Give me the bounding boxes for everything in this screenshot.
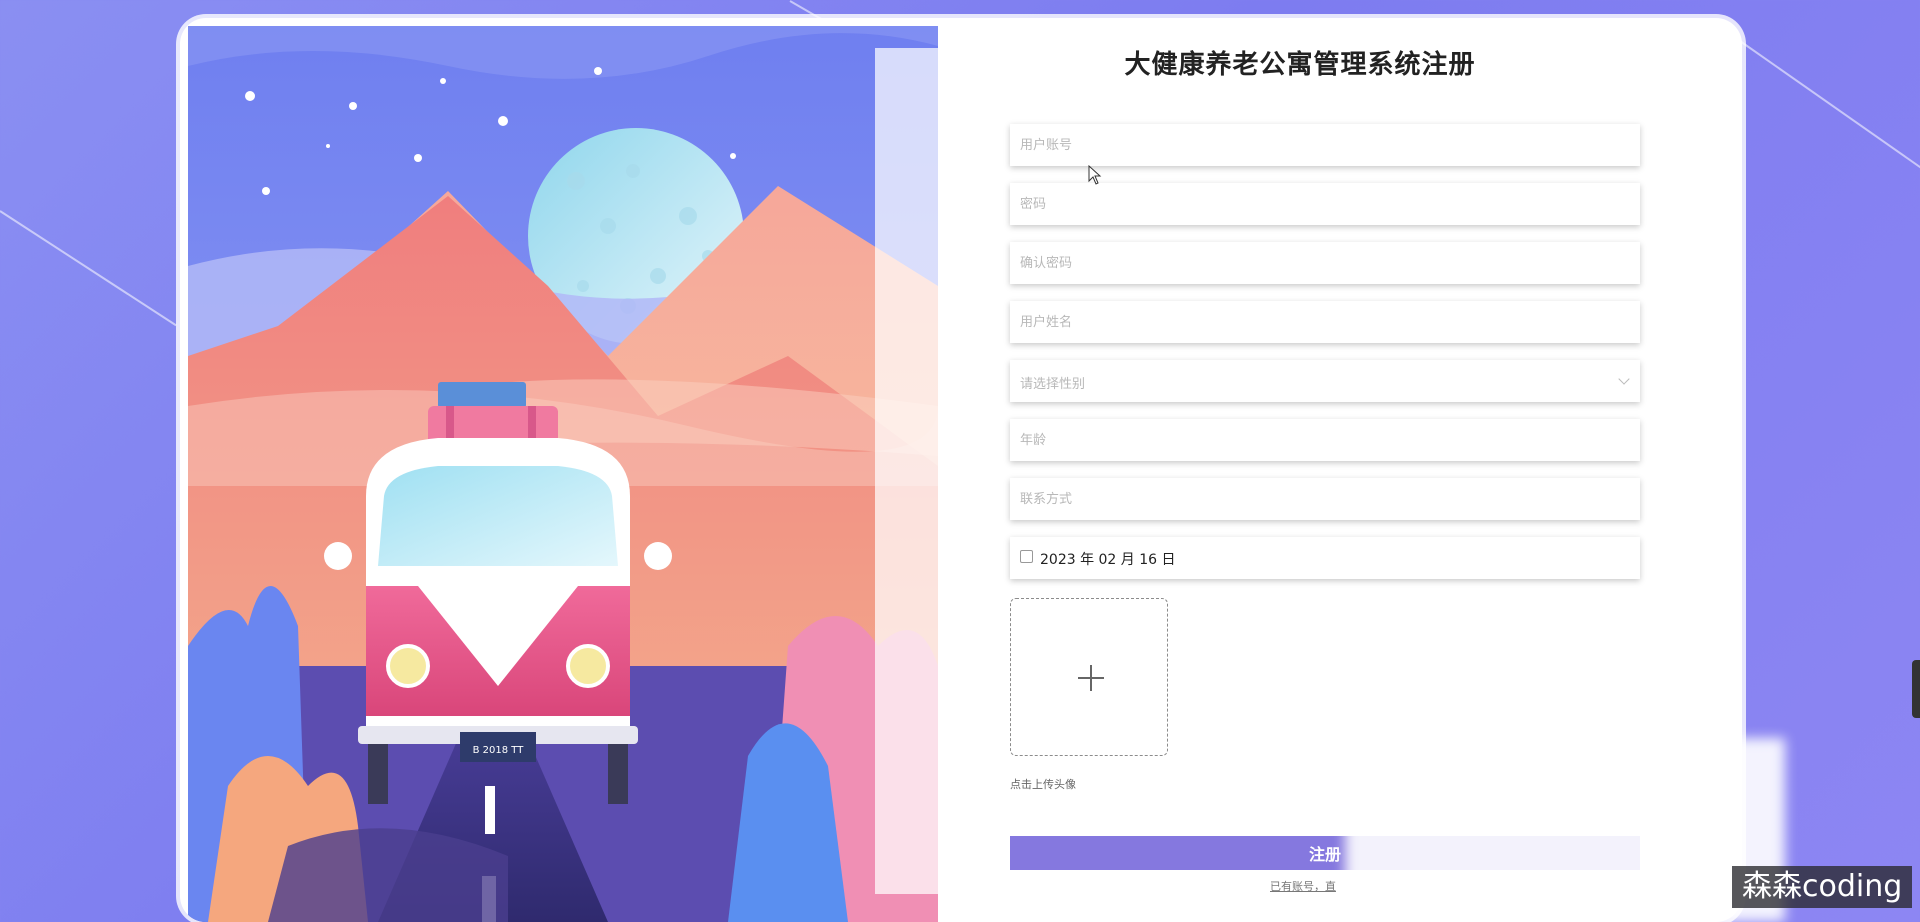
password-input[interactable]: [1010, 183, 1640, 225]
age-input[interactable]: [1010, 419, 1640, 461]
watermark: 森森coding: [1732, 866, 1913, 908]
page-title: 大健康养老公寓管理系统注册: [1124, 50, 1476, 80]
background-line: [1739, 40, 1920, 180]
confirm-password-field[interactable]: [1010, 242, 1640, 284]
chevron-down-icon[interactable]: [1618, 373, 1630, 385]
side-tab[interactable]: [1912, 660, 1920, 718]
license-plate: B 2018 TT: [473, 745, 525, 756]
age-field[interactable]: [1010, 419, 1640, 461]
contact-input[interactable]: [1010, 478, 1640, 520]
account-field[interactable]: [1010, 124, 1640, 166]
blur-overlay: [1345, 738, 1785, 922]
confirm-password-input[interactable]: [1010, 242, 1640, 284]
name-field[interactable]: [1010, 301, 1640, 343]
plus-icon-vertical: [1090, 665, 1092, 691]
contact-field[interactable]: [1010, 478, 1640, 520]
mouse-cursor-icon: [1088, 165, 1102, 185]
account-input[interactable]: [1010, 124, 1640, 166]
gender-select-placeholder: 请选择性别: [1020, 377, 1086, 392]
password-field[interactable]: [1010, 183, 1640, 225]
login-link[interactable]: 已有账号，直: [1270, 878, 1336, 894]
avatar-upload[interactable]: [1010, 598, 1168, 756]
date-value[interactable]: 2023 年 02 月 16 日: [1040, 549, 1176, 569]
van-illustration: B 2018 TT: [188, 26, 938, 922]
background-line: [0, 210, 177, 327]
date-checkbox[interactable]: [1020, 550, 1033, 563]
date-field[interactable]: 2023 年 02 月 16 日: [1010, 537, 1640, 579]
upload-hint: 点击上传头像: [1010, 778, 1076, 791]
name-input[interactable]: [1010, 301, 1640, 343]
gender-select[interactable]: 请选择性别: [1010, 360, 1640, 402]
